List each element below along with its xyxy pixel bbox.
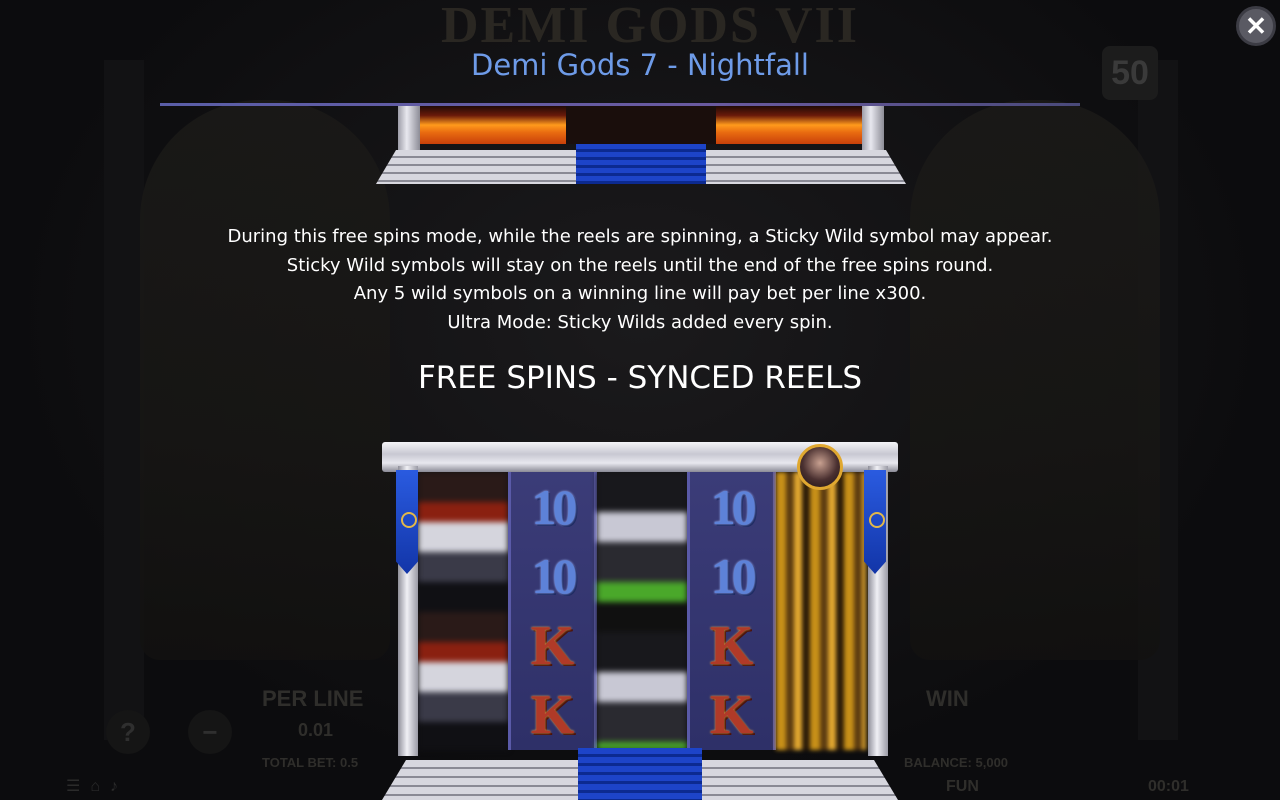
description-line: Any 5 wild symbols on a winning line wil… [353, 283, 927, 305]
menu-icon: ☰ [66, 778, 91, 795]
stairs [706, 150, 906, 184]
blue-banner [396, 470, 418, 574]
fire-effect [416, 106, 566, 144]
total-bet: TOTAL BET: 0.5 [262, 755, 359, 770]
bottom-icon-bar: ☰⌂♪ [66, 776, 128, 796]
decrease-bet-button: − [188, 710, 232, 754]
close-button[interactable]: ✕ [1236, 6, 1276, 46]
description-line: Sticky Wild symbols will stay on the ree… [286, 254, 994, 276]
king-symbol: K [709, 684, 754, 747]
reel-area [566, 106, 716, 144]
home-icon: ⌂ [90, 778, 111, 795]
synced-reel: 10 10 K K [507, 472, 598, 750]
background-pillar [104, 60, 144, 740]
blue-banner [864, 470, 886, 574]
win-label: WIN [926, 686, 969, 711]
king-symbol: K [530, 684, 575, 747]
blue-carpet [576, 144, 706, 184]
clock: 00:01 [1148, 778, 1189, 795]
stairs [698, 760, 898, 800]
per-line-value: 0.01 [298, 720, 334, 740]
fire-effect [716, 106, 866, 144]
per-line-label: PER LINE [262, 686, 364, 711]
column [398, 106, 420, 156]
temple-reel-image-top [376, 106, 906, 184]
stairs [376, 150, 576, 184]
ten-symbol: 10 [531, 548, 577, 605]
goddess-portrait-icon [797, 444, 843, 490]
reel-set: 10 10 K K 10 10 K K [418, 472, 866, 750]
game-logo: DEMI GODS VII [440, 0, 859, 54]
description-line: Ultra Mode: Sticky Wilds added every spi… [447, 312, 833, 334]
spinning-reel [776, 472, 866, 750]
mode-label: FUN [946, 778, 979, 795]
balance: BALANCE: 5,000 [904, 755, 1009, 770]
sound-icon: ♪ [110, 778, 129, 795]
help-button: ? [106, 710, 150, 754]
feature-description: During this free spins mode, while the r… [160, 223, 1120, 338]
king-symbol: K [709, 614, 754, 677]
ten-symbol: 10 [710, 548, 757, 605]
description-line: During this free spins mode, while the r… [227, 226, 1053, 247]
blue-carpet [578, 748, 702, 800]
ten-symbol: 10 [710, 478, 757, 535]
page-title: Demi Gods 7 - Nightfall [470, 48, 809, 82]
column [862, 106, 884, 156]
ten-symbol: 10 [531, 478, 577, 535]
section-title: FREE SPINS - SYNCED REELS [417, 360, 863, 396]
stairs [382, 760, 582, 800]
synced-reels-illustration: 10 10 K K 10 10 K K [382, 442, 898, 800]
king-symbol: K [530, 614, 575, 677]
synced-reel: 10 10 K K [686, 472, 777, 750]
spinning-reel [597, 472, 687, 750]
spinning-reel [418, 472, 508, 750]
